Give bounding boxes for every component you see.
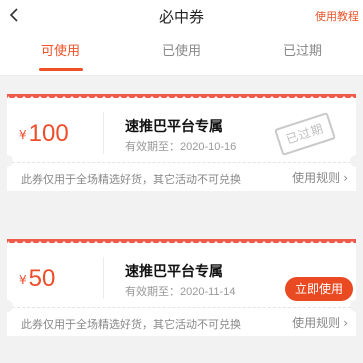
rules-link[interactable]: 使用规则 ›	[292, 314, 348, 331]
tab-expired[interactable]: 已过期	[242, 32, 363, 75]
rules-label: 使用规则	[292, 171, 341, 185]
expired-stamp: 已过期	[274, 112, 336, 156]
coupon-body: ¥100 速推巴平台专属 有效期至：2020-10-16 已过期	[7, 98, 356, 162]
coupon-note: 此券仅用于全场精选好货，其它活动不可兑换	[21, 173, 241, 186]
currency-symbol: ¥	[19, 273, 27, 287]
nav-bar: 必中券 使用教程	[0, 0, 363, 32]
chevron-right-icon: ›	[343, 171, 348, 185]
coupon-note: 此券仅用于全场精选好货，其它活动不可兑换	[21, 318, 241, 331]
coupon-body: ¥50 速推巴平台专属 有效期至：2020-11-14 立即使用	[7, 243, 356, 307]
chevron-right-icon: ›	[343, 316, 348, 330]
coupon-amount: ¥50	[19, 265, 55, 293]
rules-label: 使用规则	[292, 316, 341, 330]
coupon-amount: ¥100	[19, 120, 69, 148]
notch-right	[350, 300, 362, 312]
coupon-card: ¥50 速推巴平台专属 有效期至：2020-11-14 立即使用 此券仅用于全场…	[1, 239, 362, 336]
notch-right	[350, 155, 362, 167]
store-name: 速推巴平台专属	[125, 119, 223, 135]
coupon-card: ¥100 速推巴平台专属 有效期至：2020-10-16 已过期 此券仅用于全场…	[1, 94, 362, 191]
valid-label: 有效期至：	[125, 140, 180, 153]
coupon-footer: 此券仅用于全场精选好货，其它活动不可兑换 使用规则 ›	[7, 162, 356, 191]
valid-label: 有效期至：	[125, 285, 180, 298]
coupon-footer: 此券仅用于全场精选好货，其它活动不可兑换 使用规则 ›	[7, 307, 356, 336]
notch-left	[1, 155, 13, 167]
divider	[103, 257, 104, 299]
tab-bar: 可使用 已使用 已过期	[0, 32, 363, 76]
store-name: 速推巴平台专属	[125, 264, 223, 280]
divider	[103, 112, 104, 154]
currency-symbol: ¥	[19, 128, 27, 142]
tab-used[interactable]: 已使用	[121, 32, 242, 75]
valid-until: 有效期至：2020-11-14	[125, 283, 235, 299]
tab-available[interactable]: 可使用	[0, 32, 121, 75]
use-now-button[interactable]: 立即使用	[285, 277, 353, 301]
rules-link[interactable]: 使用规则 ›	[292, 169, 348, 186]
valid-date: 2020-11-14	[180, 286, 236, 298]
valid-date: 2020-10-16	[180, 141, 237, 153]
amount-value: 100	[28, 120, 69, 147]
help-link[interactable]: 使用教程	[315, 8, 359, 24]
page-title: 必中券	[158, 8, 204, 26]
notch-left	[1, 300, 13, 312]
valid-until: 有效期至：2020-10-16	[125, 138, 236, 154]
amount-value: 50	[28, 265, 56, 292]
